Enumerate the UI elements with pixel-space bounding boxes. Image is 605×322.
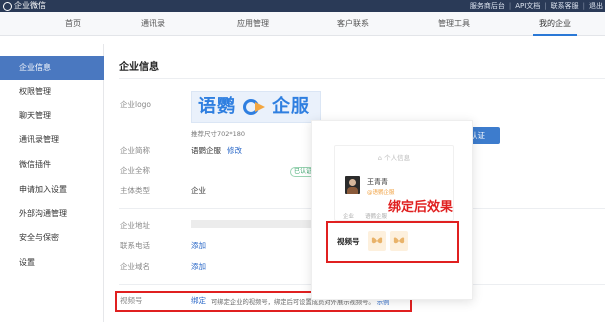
link-contact-support[interactable]: 联系客服: [551, 1, 579, 11]
wx-example-link[interactable]: 示例: [377, 299, 390, 306]
address-masked: [191, 220, 315, 228]
sidebar-item-security[interactable]: 安全与保密: [0, 226, 104, 250]
sidebar-item-external[interactable]: 外部沟通管理: [0, 202, 104, 226]
sidebar-item-company-info[interactable]: 企业信息: [0, 56, 104, 80]
profile-corp-label: 企业: [343, 214, 355, 220]
nav-contacts[interactable]: 通讯录: [141, 12, 165, 36]
fullname-label: 企业全称: [120, 166, 150, 175]
type-value: 企业: [191, 186, 206, 195]
logo-text-right: 企服: [272, 96, 310, 117]
nav-customer-contact[interactable]: 客户联系: [337, 12, 369, 36]
profile-name: 王青青: [367, 178, 388, 186]
company-logo: 语鹦 企服: [191, 91, 321, 123]
page-title: 企业信息: [119, 62, 159, 73]
type-label: 主体类型: [120, 186, 150, 195]
effect-annotation: 绑定后效果: [388, 200, 454, 215]
parrot-logo-icon: [243, 99, 265, 115]
separator: |: [544, 2, 547, 10]
nav-home[interactable]: 首页: [65, 12, 81, 36]
avatar: [345, 176, 360, 194]
phone-add-link[interactable]: 添加: [191, 241, 206, 251]
sidebar-item-permissions[interactable]: 权限管理: [0, 80, 104, 104]
highlight-box-popup: 视频号: [326, 221, 459, 263]
brand-name: 企业微信: [14, 1, 46, 10]
nav-my-company[interactable]: 我的企业: [533, 12, 577, 36]
domain-add-link[interactable]: 添加: [191, 262, 206, 272]
logo-text-left: 语鹦: [198, 96, 236, 117]
separator: |: [582, 2, 585, 10]
profile-subtitle: @语鹦企服: [367, 190, 395, 196]
sidebar-item-wechat-plugin[interactable]: 微信插件: [0, 153, 104, 177]
sidebar-item-settings[interactable]: 设置: [0, 251, 104, 275]
wx-hint-text: 可绑定企业的视频号，绑定后可设置成员对外展示视频号。: [211, 299, 375, 306]
top-links: 服务商后台 | API文档 | 联系客服 | 退出: [470, 1, 603, 11]
link-api-docs[interactable]: API文档: [515, 1, 540, 11]
sidebar-item-join-settings[interactable]: 申请加入设置: [0, 178, 104, 202]
sidebar-item-contacts[interactable]: 通讯录管理: [0, 128, 104, 152]
phone-label: 联系电话: [120, 241, 150, 250]
brand[interactable]: 企业微信: [3, 1, 46, 11]
wecom-logo-icon: [3, 1, 12, 11]
card-title: ⌂ 个人信息: [377, 154, 411, 162]
logo-size-hint: 推荐尺寸702*180: [191, 130, 246, 138]
link-provider-backend[interactable]: 服务商后台: [470, 1, 505, 11]
app-window: 企业微信 服务商后台 | API文档 | 联系客服 | 退出 首页 通讯录 应用…: [0, 0, 605, 322]
abbr-value: 语鹦企服: [191, 146, 221, 155]
butterfly-icon: [368, 231, 386, 251]
link-logout[interactable]: 退出: [589, 1, 603, 11]
address-label: 企业地址: [120, 221, 150, 230]
domain-label: 企业域名: [120, 262, 150, 271]
divider: [119, 78, 605, 79]
main-nav: 首页 通讯录 应用管理 客户联系 管理工具 我的企业: [0, 12, 605, 36]
profile-corp-value: 语鹦企服: [365, 214, 388, 220]
butterfly-icon: [390, 231, 408, 251]
abbr-label: 企业简称: [120, 146, 150, 155]
sidebar: 企业信息 权限管理 聊天管理 通讯录管理 微信插件 申请加入设置 外部沟通管理 …: [0, 44, 104, 322]
popup-wx-label: 视频号: [337, 237, 360, 246]
top-bar: 企业微信 服务商后台 | API文档 | 联系客服 | 退出: [0, 0, 605, 12]
sidebar-item-chat[interactable]: 聊天管理: [0, 104, 104, 128]
nav-apps[interactable]: 应用管理: [237, 12, 269, 36]
nav-tools[interactable]: 管理工具: [438, 12, 470, 36]
logo-label: 企业logo: [120, 100, 152, 109]
separator: |: [508, 2, 512, 10]
abbr-edit-link[interactable]: 修改: [227, 146, 242, 156]
